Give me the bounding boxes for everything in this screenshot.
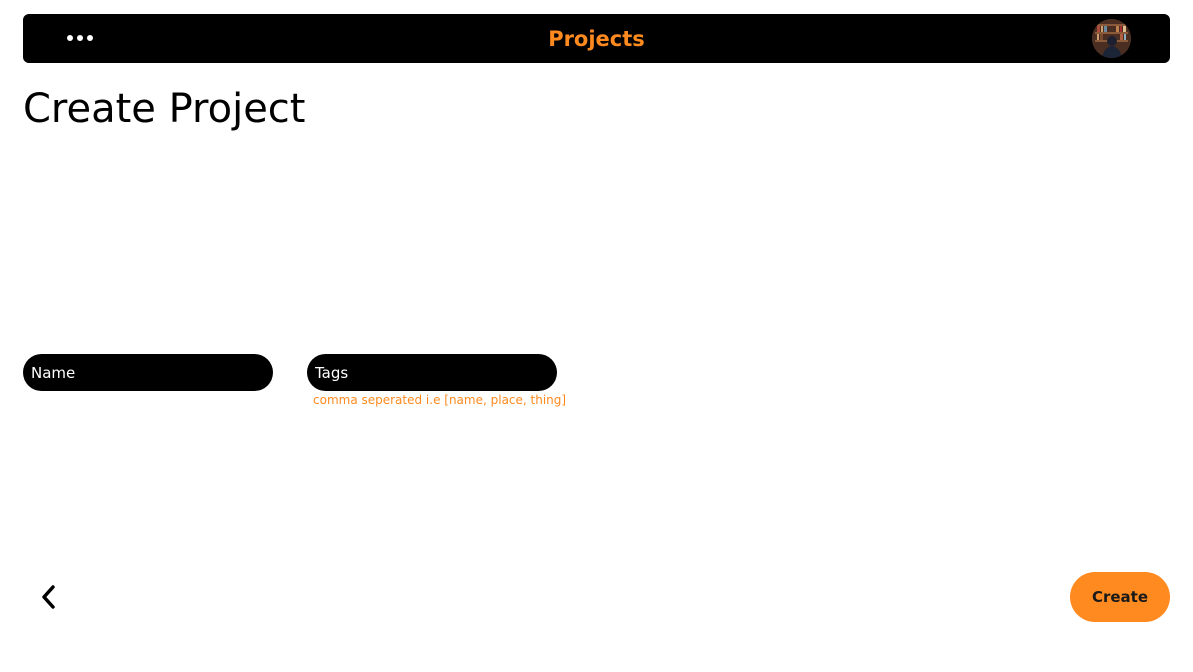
top-navigation-bar: Projects [23,14,1170,63]
tags-input[interactable] [315,354,549,391]
create-button[interactable]: Create [1070,572,1170,622]
app-title: Projects [548,27,645,51]
tags-field [307,354,557,391]
create-project-page: Projects Create Project Name Tags comma … [0,0,1193,672]
chevron-left-icon [42,585,55,609]
name-field [23,354,273,391]
avatar-image [1092,19,1131,58]
tags-hint: comma seperated i.e [name, place, thing] [313,393,567,407]
user-avatar[interactable] [1092,19,1131,58]
name-input[interactable] [31,354,265,391]
page-title: Create Project [23,86,306,132]
back-button[interactable] [32,580,64,614]
